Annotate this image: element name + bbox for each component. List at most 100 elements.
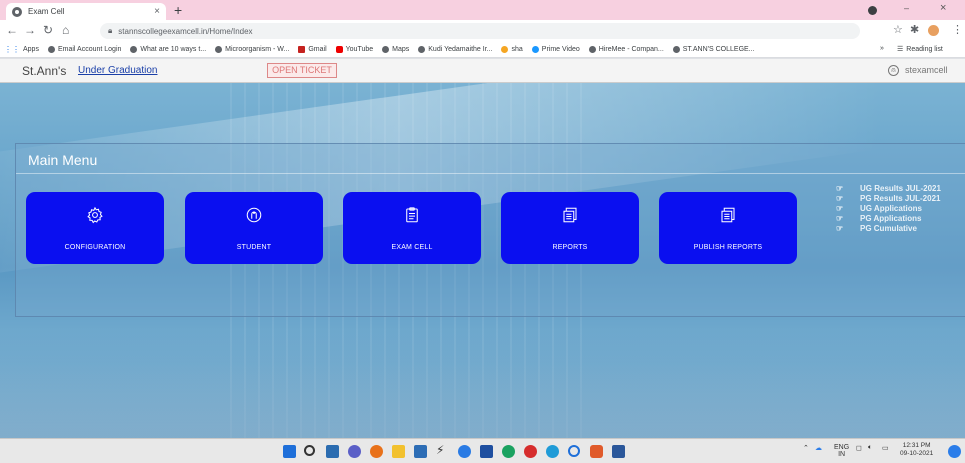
bookmark-item[interactable]: What are 10 ways t... — [130, 46, 206, 53]
tile-label: PUBLISH REPORTS — [693, 244, 763, 251]
word-icon[interactable] — [612, 445, 625, 458]
notifications-icon[interactable] — [948, 445, 961, 458]
bookmark-item[interactable]: Gmail — [298, 46, 327, 53]
exam-cell-tile[interactable]: EXAM CELL — [343, 192, 481, 264]
volume-icon[interactable]: 🔈︎ — [868, 444, 872, 452]
profile-avatar-icon[interactable] — [928, 25, 939, 36]
globe-icon — [382, 46, 390, 53]
publish-reports-tile[interactable]: PUBLISH REPORTS — [659, 192, 797, 264]
browser-toolbar: ← → ↻ ⌂ 🔒︎ stannscollegeexamcell.in/Home… — [0, 20, 965, 42]
edge-icon[interactable] — [546, 445, 559, 458]
main-menu-title: Main Menu — [28, 152, 98, 168]
file-explorer-icon[interactable] — [392, 445, 405, 458]
user-icon — [185, 206, 323, 226]
window-close-button[interactable]: × — [940, 2, 946, 14]
bookmark-item[interactable]: Kudi Yedamaithe Ir... — [418, 46, 492, 53]
system-clock[interactable]: 12:31 PM 09-10-2021 — [900, 442, 933, 458]
ug-applications-link[interactable]: ☞ UG Applications — [836, 204, 941, 213]
pg-applications-link[interactable]: ☞ PG Applications — [836, 214, 941, 223]
display-icon[interactable]: ◻︎ — [856, 444, 862, 452]
reload-icon[interactable]: ↻ — [43, 23, 53, 37]
brand-name[interactable]: St.Ann's — [22, 64, 66, 78]
divider — [16, 173, 965, 174]
back-icon[interactable]: ← — [6, 23, 18, 37]
tile-label: REPORTS — [552, 244, 588, 251]
bookmark-item[interactable]: YouTube — [335, 46, 373, 53]
region-code: IN — [838, 451, 846, 458]
chrome-icon[interactable] — [370, 445, 383, 458]
tab-title: Exam Cell — [28, 7, 65, 16]
side-links-list: ☞ UG Results JUL-2021 ☞ PG Results JUL-202… — [836, 184, 941, 234]
address-bar[interactable]: 🔒︎ stannscollegeexamcell.in/Home/Index — [100, 23, 860, 39]
gmail-icon — [298, 46, 306, 53]
lock-icon: 🔒︎ — [108, 26, 113, 35]
settings-icon[interactable] — [480, 445, 493, 458]
tile-label: EXAM CELL — [391, 244, 433, 251]
clock-time: 12:31 PM — [902, 442, 931, 449]
open-ticket-button[interactable]: OPEN TICKET — [267, 63, 337, 78]
url-text: stannscollegeexamcell.in/Home/Index — [118, 26, 253, 36]
username-link[interactable]: stexamcell — [905, 65, 948, 75]
reports-tile[interactable]: REPORTS — [501, 192, 639, 264]
bookmark-star-icon[interactable]: ☆ — [893, 23, 903, 36]
opera-icon[interactable] — [524, 445, 537, 458]
youtube-icon — [335, 46, 343, 53]
tab-close-icon[interactable]: × — [154, 6, 160, 17]
windows-taskbar: ⚡︎ ⌃ ☁︎ ENG IN ◻︎ 🔈︎ ▭ 12:31 PM 09-10-20… — [0, 438, 965, 463]
bookmark-item[interactable]: HireMee - Compan... — [588, 46, 664, 53]
hand-pointer-icon: ☞ — [836, 214, 844, 223]
battery-icon[interactable]: ▭ — [882, 444, 889, 452]
gear-icon — [26, 206, 164, 226]
more-bookmarks-icon[interactable]: » — [880, 45, 884, 52]
prime-video-icon — [531, 46, 539, 53]
tray-overflow-icon[interactable]: ⌃ — [803, 444, 809, 452]
network-icon[interactable]: ☁︎ — [815, 444, 822, 452]
reading-list-icon: ☰ — [897, 46, 904, 53]
menu-kebab-icon[interactable]: ⋮ — [952, 23, 963, 36]
clipboard-icon — [343, 206, 481, 226]
home-icon[interactable]: ⌂ — [62, 23, 69, 37]
browser-tab[interactable]: Exam Cell × — [6, 3, 166, 20]
configuration-tile[interactable]: CONFIGURATION — [26, 192, 164, 264]
user-icon[interactable]: ⍝ — [888, 65, 899, 76]
language-indicator[interactable]: ENG IN — [834, 444, 849, 458]
tile-label: CONFIGURATION — [64, 244, 126, 251]
bookmark-apps[interactable]: ⋮⋮ Apps — [4, 45, 39, 54]
student-tile[interactable]: STUDENT — [185, 192, 323, 264]
reading-list-button[interactable]: ☰ Reading list — [897, 45, 943, 54]
record-icon[interactable] — [868, 6, 877, 15]
hand-pointer-icon: ☞ — [836, 204, 844, 213]
ug-results-link[interactable]: ☞ UG Results JUL-2021 — [836, 184, 941, 193]
bookmark-item[interactable]: Microorganism - W... — [215, 46, 289, 53]
lightning-icon[interactable]: ⚡︎ — [436, 443, 449, 457]
bookmark-item[interactable]: Prime Video — [531, 46, 580, 53]
whatsapp-icon[interactable] — [502, 445, 515, 458]
under-graduation-link[interactable]: Under Graduation — [78, 65, 158, 76]
browser-tab-strip: Exam Cell × + – × — [0, 0, 965, 20]
cortana-icon[interactable] — [568, 445, 580, 457]
hand-pointer-icon: ☞ — [836, 194, 844, 203]
app-icon[interactable] — [590, 445, 603, 458]
mail-icon[interactable] — [414, 445, 427, 458]
window-minimize-button[interactable]: – — [904, 3, 909, 13]
bookmark-item[interactable]: Maps — [382, 46, 409, 53]
language-code: ENG — [834, 444, 850, 451]
bookmark-sha-icon — [501, 46, 509, 53]
clock-date: 09-10-2021 — [900, 450, 934, 457]
pg-cumulative-link[interactable]: ☞ PG Cumulative — [836, 224, 941, 233]
bookmark-item[interactable]: ST.ANN'S COLLEGE... — [672, 46, 755, 53]
globe-icon — [418, 46, 426, 53]
chat-icon[interactable] — [348, 445, 361, 458]
bookmarks-bar: ⋮⋮ Apps Email Account Login What are 10 w… — [0, 42, 965, 58]
forward-icon[interactable]: → — [24, 23, 36, 37]
task-view-icon[interactable] — [326, 445, 339, 458]
new-tab-button[interactable]: + — [174, 3, 182, 17]
pg-results-link[interactable]: ☞ PG Results JUL-2021 — [836, 194, 941, 203]
extensions-icon[interactable]: ✱ — [910, 23, 919, 36]
cloud-icon[interactable] — [458, 445, 471, 458]
search-icon[interactable] — [304, 445, 315, 456]
report-icon — [659, 206, 797, 226]
bookmark-item[interactable]: sha — [501, 46, 523, 53]
windows-start-icon[interactable] — [283, 445, 296, 458]
bookmark-item[interactable]: Email Account Login — [47, 46, 121, 53]
